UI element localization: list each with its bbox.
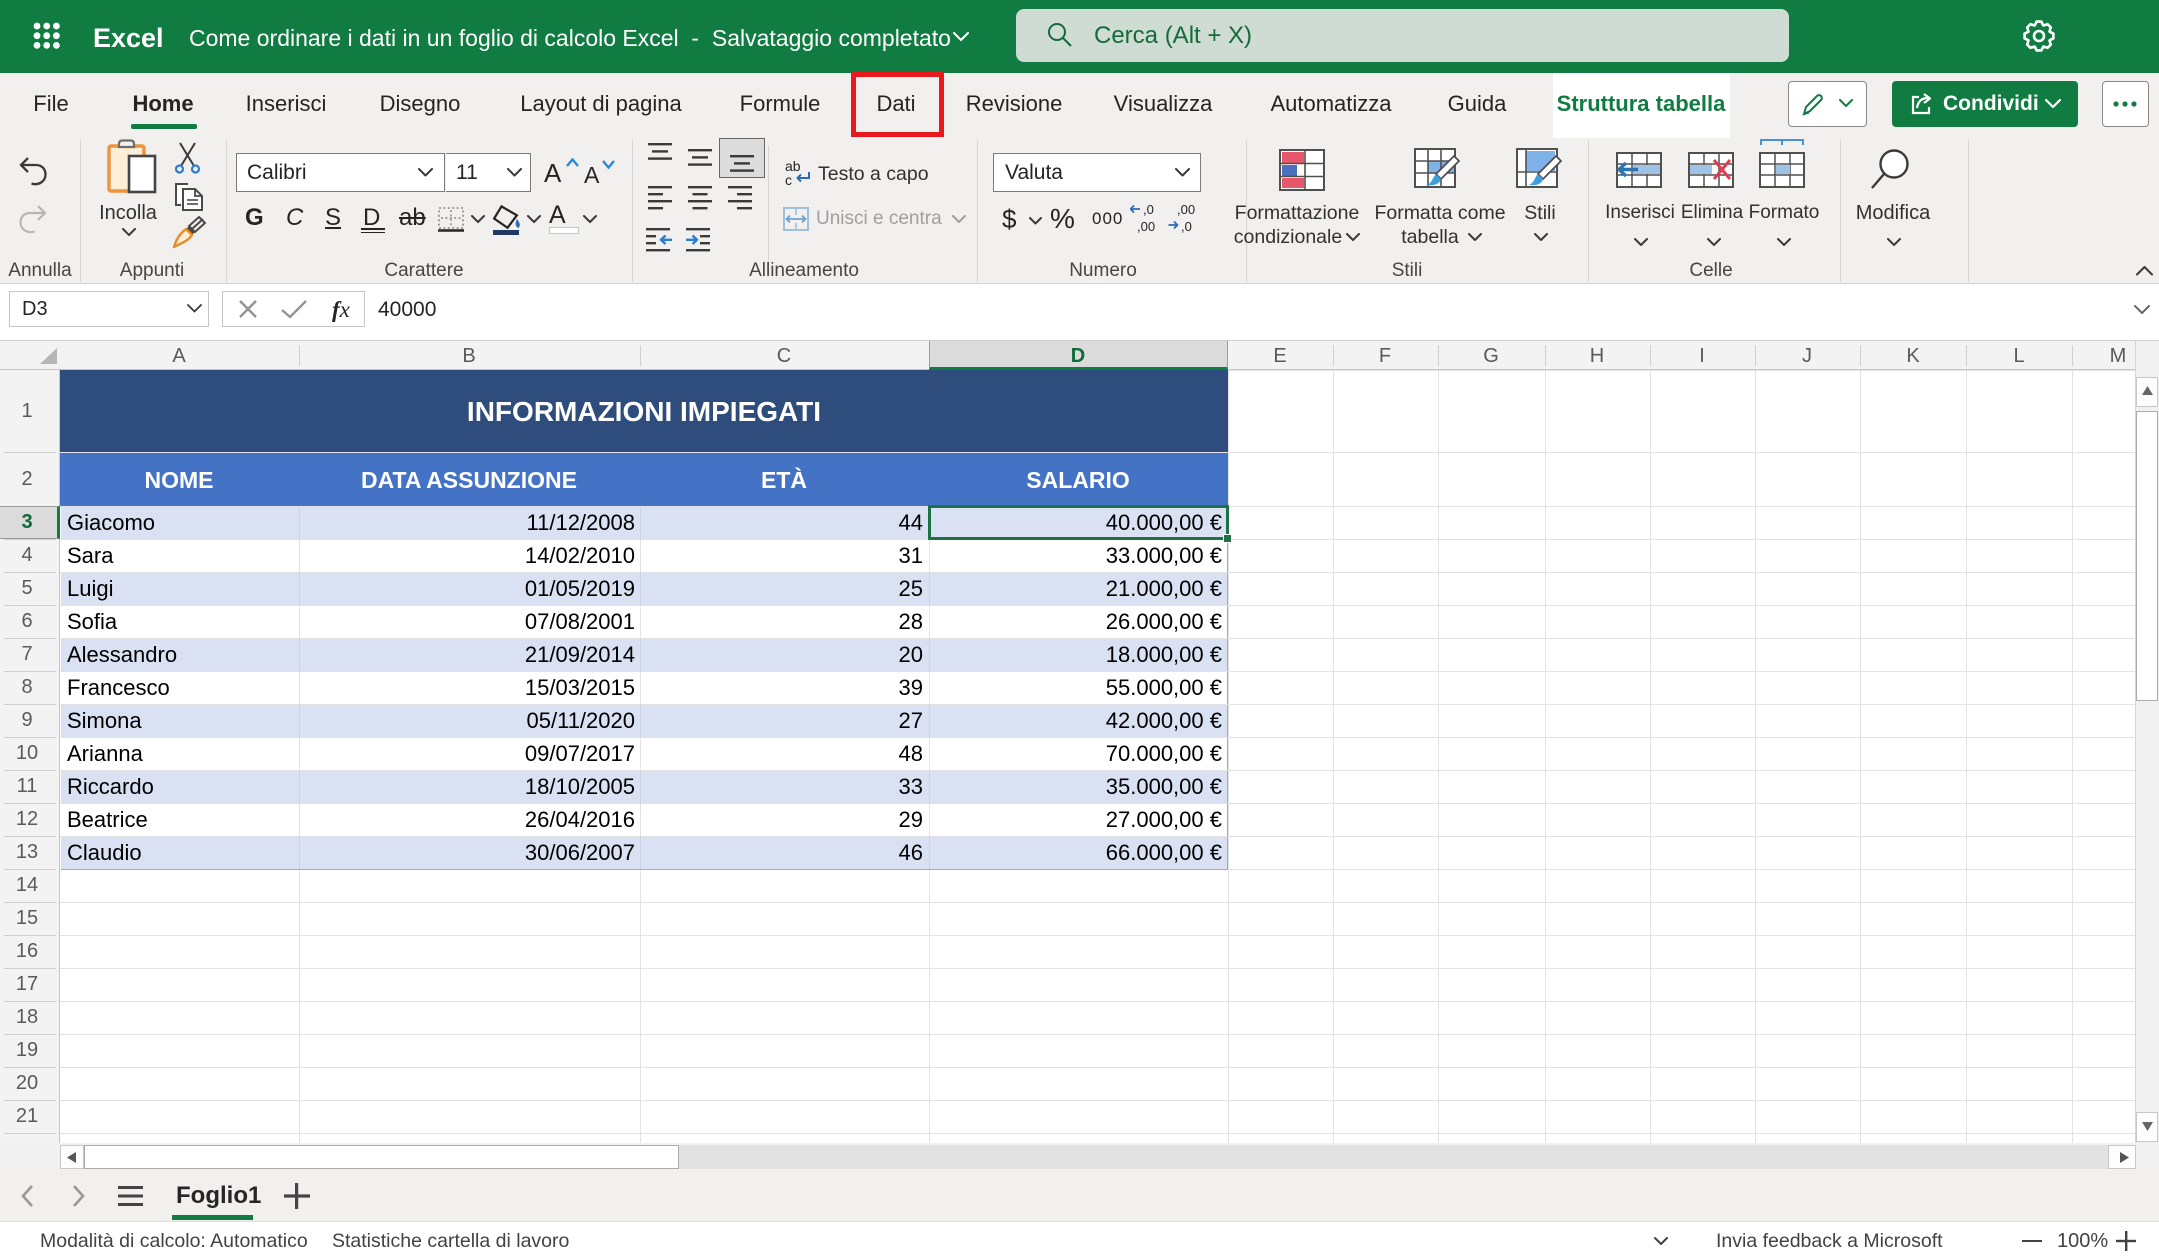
svg-text:,00: ,00: [1137, 219, 1155, 234]
svg-text:,0: ,0: [1143, 203, 1154, 217]
svg-text:,0: ,0: [1181, 219, 1192, 234]
svg-text:c: c: [785, 172, 792, 186]
svg-text:,00: ,00: [1177, 203, 1195, 217]
